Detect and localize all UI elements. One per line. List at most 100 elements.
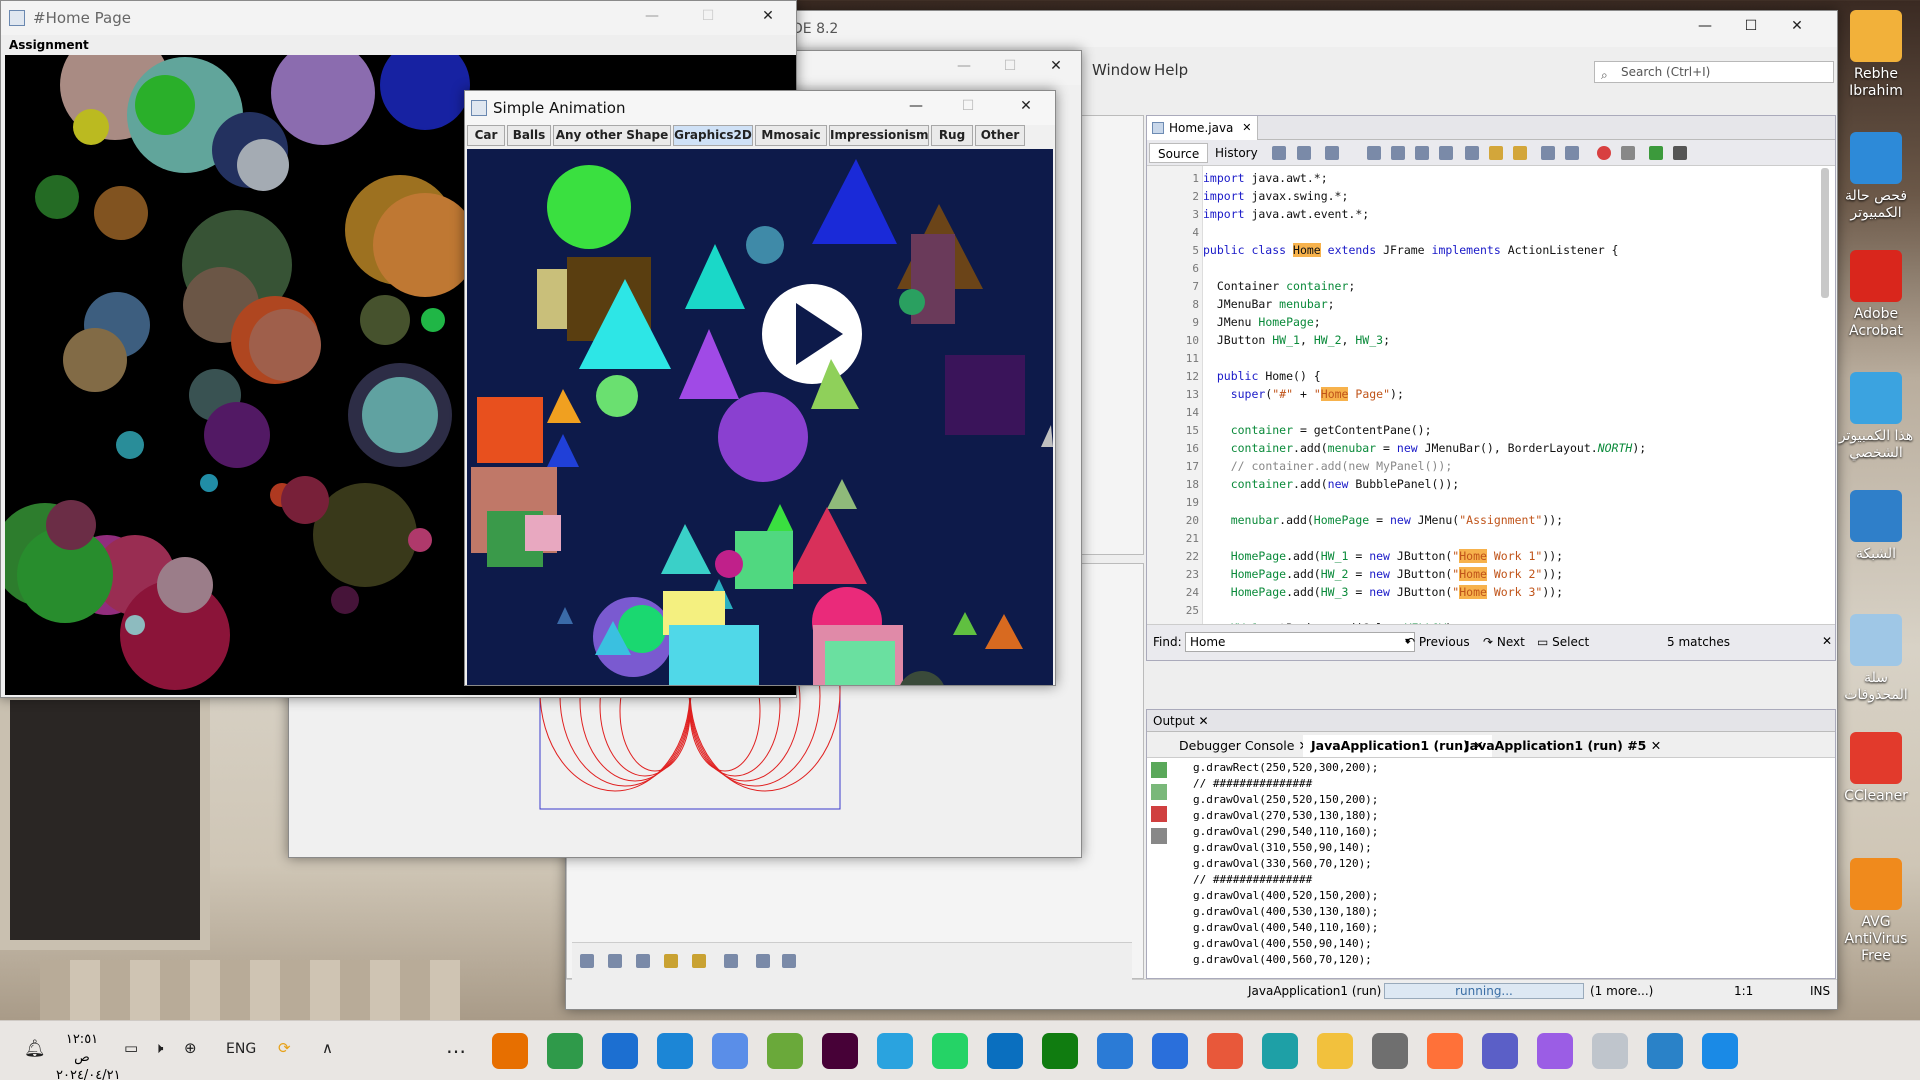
xbox-icon[interactable] (1042, 1033, 1078, 1069)
code-line[interactable]: super("#" + "Home Page"); (1203, 385, 1404, 403)
palette-icon[interactable] (756, 954, 770, 968)
find-input[interactable]: Home ▾ (1185, 632, 1415, 652)
windows-icon[interactable] (1702, 1033, 1738, 1069)
code-line[interactable]: container.add(new BubblePanel()); (1203, 475, 1460, 493)
notification-bell-icon[interactable]: 🔔︎ (24, 1039, 46, 1059)
find-select-button[interactable]: ▭ Select (1537, 635, 1589, 649)
editor-scrollbar[interactable] (1821, 168, 1829, 298)
desktop-icon[interactable]: Adobe Acrobat (1836, 250, 1916, 340)
toolbar-icon[interactable] (1465, 146, 1479, 160)
close-button[interactable]: ✕ (1774, 11, 1820, 41)
palette-icon[interactable] (724, 954, 738, 968)
code-line[interactable]: menubar.add(HomePage = new JMenu("Assign… (1203, 511, 1563, 529)
toolbar-icon[interactable] (1489, 146, 1503, 160)
close-tab-icon[interactable]: ✕ (1242, 116, 1251, 140)
maximize-button[interactable]: ☐ (1728, 11, 1774, 41)
tab-other[interactable]: Other (975, 125, 1025, 146)
rerun-icon[interactable] (1151, 762, 1167, 778)
tab-impressionism[interactable]: Impressionism (829, 125, 929, 146)
store-icon[interactable] (1152, 1033, 1188, 1069)
search-app-icon[interactable] (1647, 1033, 1683, 1069)
palette-icon[interactable] (664, 954, 678, 968)
record-macro-icon[interactable] (1597, 146, 1611, 160)
chrome-icon[interactable] (547, 1033, 583, 1069)
toolbar-icon[interactable] (1325, 146, 1339, 160)
find-next-button[interactable]: ↷ Next (1483, 635, 1525, 649)
desktop-icon[interactable]: هذا الكمبيوتر الشخصي (1836, 372, 1916, 462)
palette-icon[interactable] (580, 954, 594, 968)
code-line[interactable]: JButton HW_1, HW_2, HW_3; (1203, 331, 1390, 349)
language-indicator[interactable]: ENG (226, 1041, 256, 1057)
tab-debugger-console[interactable]: Debugger Console ✕ (1171, 735, 1317, 757)
mail-icon[interactable] (1097, 1033, 1133, 1069)
desktop-icon[interactable]: AVG AntiVirus Free (1836, 858, 1916, 965)
minimize-button[interactable]: — (893, 91, 939, 121)
tablet-icon[interactable] (1592, 1033, 1628, 1069)
settings-icon[interactable] (1151, 828, 1167, 844)
find-previous-button[interactable]: ↶ Previous (1405, 635, 1470, 649)
toolbar-icon[interactable] (1272, 146, 1286, 160)
tab-rug[interactable]: Rug (931, 125, 973, 146)
toolbar-icon[interactable] (1391, 146, 1405, 160)
copilot-icon[interactable] (1537, 1033, 1573, 1069)
more-icon[interactable]: … (446, 1034, 466, 1058)
code-line[interactable]: import javax.swing.*; (1203, 187, 1348, 205)
desktop-icon[interactable]: Rebhe Ibrahim (1836, 10, 1916, 100)
maximize-button[interactable]: ☐ (685, 1, 731, 31)
code-line[interactable]: Container container; (1203, 277, 1356, 295)
books-icon[interactable] (767, 1033, 803, 1069)
home-titlebar[interactable]: #Home Page — ☐ ✕ (1, 1, 796, 35)
desktop-icon[interactable]: CCleaner (1836, 732, 1916, 805)
code-line[interactable]: import java.awt.event.*; (1203, 205, 1369, 223)
java-icon[interactable] (492, 1033, 528, 1069)
code-line[interactable]: JMenu HomePage; (1203, 313, 1321, 331)
search-input[interactable]: ⌕ Search (Ctrl+I) (1594, 61, 1834, 83)
intel-icon[interactable] (987, 1033, 1023, 1069)
palette-icon[interactable] (636, 954, 650, 968)
find-icon[interactable] (1367, 146, 1381, 160)
minimize-button[interactable]: — (941, 51, 987, 81)
xd-icon[interactable] (822, 1033, 858, 1069)
code-line[interactable]: container.add(menubar = new JMenuBar(), … (1203, 439, 1646, 457)
close-button[interactable]: ✕ (1033, 51, 1079, 81)
maximize-button[interactable]: ☐ (945, 91, 991, 121)
palette-icon[interactable] (608, 954, 622, 968)
output-title[interactable]: Output ✕ (1147, 710, 1835, 732)
rerun-icon[interactable] (1151, 784, 1167, 800)
tab-history[interactable]: History (1207, 143, 1266, 163)
close-button[interactable]: ✕ (1003, 91, 1049, 121)
tab-mosaic[interactable]: Mmosaic (755, 125, 827, 146)
tab-run-output-5[interactable]: JavaApplication1 (run) #5 ✕ (1457, 735, 1669, 757)
vscode-icon[interactable] (657, 1033, 693, 1069)
palette-icon[interactable] (782, 954, 796, 968)
firefox-icon[interactable] (1427, 1033, 1463, 1069)
palette-icon[interactable] (692, 954, 706, 968)
toolbar-icon[interactable] (1673, 146, 1687, 160)
code-line[interactable]: container = getContentPane(); (1203, 421, 1432, 439)
tab-home-java[interactable]: Home.java ✕ (1147, 116, 1259, 140)
teams-icon[interactable] (1482, 1033, 1518, 1069)
clock[interactable]: ١٢:٥١ ص ٢٠٢٤/٠٤/٢١ (56, 1031, 121, 1080)
chevron-up-icon[interactable]: ∧ (322, 1039, 333, 1057)
code-line[interactable]: public Home() { (1203, 367, 1321, 385)
explorer-icon[interactable] (1317, 1033, 1353, 1069)
menu-help[interactable]: Help (1154, 61, 1188, 79)
office-icon[interactable] (1207, 1033, 1243, 1069)
code-line[interactable]: // container.add(new MyPanel()); (1203, 457, 1453, 475)
calculator-icon[interactable] (1372, 1033, 1408, 1069)
menu-window[interactable]: Window (1092, 61, 1151, 79)
code-line[interactable]: JMenuBar menubar; (1203, 295, 1335, 313)
code-line[interactable]: import java.awt.*; (1203, 169, 1328, 187)
close-button[interactable]: ✕ (745, 1, 791, 31)
toolbar-icon[interactable] (1513, 146, 1527, 160)
telegram-icon[interactable] (877, 1033, 913, 1069)
sync-icon[interactable]: ⟳ (278, 1039, 291, 1057)
toolbar-icon[interactable] (1565, 146, 1579, 160)
toolbar-icon[interactable] (1439, 146, 1453, 160)
toolbar-icon[interactable] (1297, 146, 1311, 160)
tab-car[interactable]: Car (467, 125, 505, 146)
toolbar-icon[interactable] (1649, 146, 1663, 160)
whatsapp-icon[interactable] (932, 1033, 968, 1069)
close-find-icon[interactable]: ✕ (1822, 634, 1832, 648)
code-line[interactable]: public class Home extends JFrame impleme… (1203, 241, 1618, 259)
